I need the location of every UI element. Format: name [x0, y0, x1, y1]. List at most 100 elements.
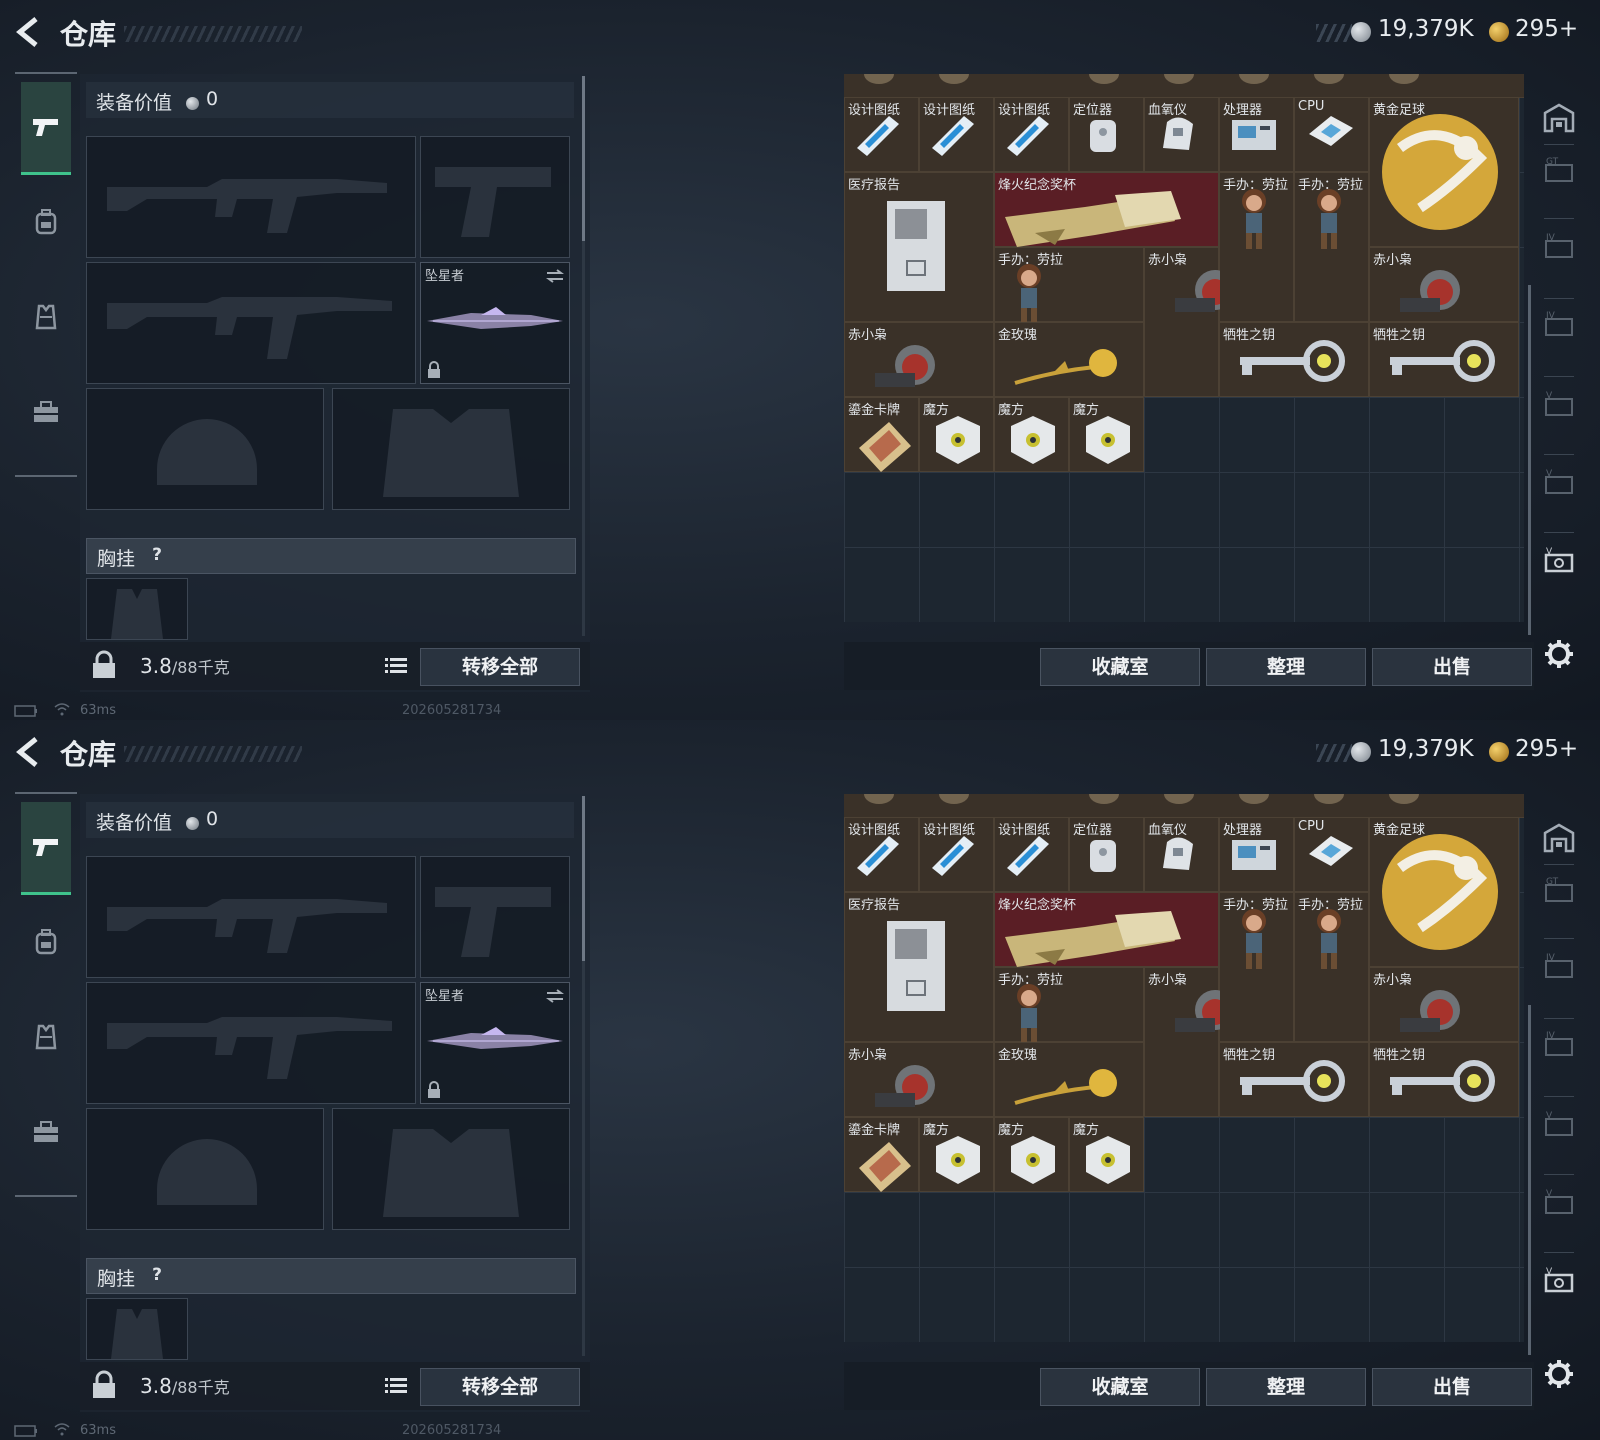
nav-vest[interactable] — [21, 992, 71, 1082]
sell-button[interactable]: 出售 — [1372, 1368, 1532, 1406]
storage-item[interactable]: 魔方 — [919, 397, 994, 472]
warehouse-tab-4[interactable]: IV — [1540, 304, 1578, 344]
swap-icon[interactable] — [545, 269, 565, 283]
back-arrow-icon[interactable] — [14, 736, 44, 768]
warehouse-tab-5[interactable]: V — [1540, 384, 1578, 424]
storage-item[interactable]: 烽火纪念奖杯 — [994, 172, 1219, 247]
melee-slot[interactable]: 坠星者 — [420, 262, 570, 384]
nav-toolbox[interactable] — [21, 367, 71, 457]
secondary-weapon-slot[interactable] — [86, 982, 416, 1104]
storage-item[interactable]: 魔方 — [994, 397, 1069, 472]
storage-item[interactable]: 手办：劳拉 — [994, 247, 1144, 323]
storage-item[interactable]: 手办：劳拉 — [1219, 172, 1294, 322]
warehouse-tab-7[interactable]: V — [1540, 1260, 1578, 1300]
secondary-weapon-slot[interactable] — [86, 262, 416, 384]
storage-item[interactable]: 血氧仪 — [1144, 97, 1219, 172]
warehouse-tab-main[interactable] — [1540, 818, 1578, 858]
warehouse-tab-6[interactable]: V — [1540, 462, 1578, 502]
storage-item[interactable]: 处理器 — [1219, 97, 1294, 172]
warehouse-tab-4[interactable]: IV — [1540, 1024, 1578, 1064]
storage-item[interactable]: 金玫瑰 — [994, 1042, 1144, 1117]
swap-icon[interactable] — [545, 989, 565, 1003]
transfer-all-button[interactable]: 转移全部 — [420, 1368, 580, 1406]
pistol-slot[interactable] — [420, 136, 570, 258]
list-view-button[interactable] — [380, 1370, 412, 1402]
warehouse-tab-2[interactable]: GT — [1540, 150, 1578, 190]
collection-room-button[interactable]: 收藏室 — [1040, 648, 1200, 686]
nav-weapons[interactable] — [21, 82, 71, 175]
storage-item[interactable]: 牺牲之钥 — [1369, 1042, 1519, 1117]
sort-button[interactable]: 整理 — [1206, 648, 1366, 686]
storage-item[interactable]: 定位器 — [1069, 817, 1144, 892]
nav-vest[interactable] — [21, 272, 71, 362]
sort-button[interactable]: 整理 — [1206, 1368, 1366, 1406]
lock-icon[interactable] — [90, 1370, 118, 1400]
storage-item[interactable]: 魔方 — [1069, 1117, 1144, 1192]
storage-item[interactable]: 牺牲之钥 — [1369, 322, 1519, 397]
storage-item[interactable]: 手办：劳拉 — [994, 967, 1144, 1043]
helmet-slot[interactable] — [86, 1108, 324, 1230]
storage-item[interactable]: 赤小枭 — [844, 1042, 994, 1117]
chest-rig-slot[interactable] — [86, 1298, 188, 1360]
storage-item[interactable]: 赤小枭 — [1144, 967, 1220, 1117]
list-view-button[interactable] — [380, 650, 412, 682]
storage-item[interactable]: 黄金足球 — [1369, 817, 1519, 967]
storage-item[interactable]: 烽火纪念奖杯 — [994, 892, 1219, 967]
storage-item[interactable]: 医疗报告 — [844, 892, 994, 1042]
armor-slot[interactable] — [332, 1108, 570, 1230]
storage-item[interactable]: 魔方 — [1069, 397, 1144, 472]
gold-amount[interactable]: 295+ — [1515, 736, 1578, 762]
nav-weapons[interactable] — [21, 802, 71, 895]
storage-item[interactable]: 赤小枭 — [1144, 247, 1220, 397]
storage-item[interactable]: 定位器 — [1069, 97, 1144, 172]
storage-item[interactable]: 设计图纸 — [919, 97, 994, 172]
nav-backpack[interactable] — [21, 177, 71, 267]
transfer-all-button[interactable]: 转移全部 — [420, 648, 580, 686]
help-icon[interactable]: ? — [145, 1263, 169, 1287]
storage-item[interactable]: 设计图纸 — [844, 817, 919, 892]
melee-slot[interactable]: 坠星者 — [420, 982, 570, 1104]
silver-amount[interactable]: 19,379K — [1378, 16, 1474, 42]
armor-slot[interactable] — [332, 388, 570, 510]
storage-item[interactable]: 鎏金卡牌 — [844, 397, 919, 472]
pistol-slot[interactable] — [420, 856, 570, 978]
storage-item[interactable]: 魔方 — [919, 1117, 994, 1192]
storage-item[interactable]: 牺牲之钥 — [1219, 322, 1369, 397]
storage-item[interactable]: CPU — [1294, 817, 1369, 892]
storage-item[interactable]: 处理器 — [1219, 817, 1294, 892]
helmet-slot[interactable] — [86, 388, 324, 510]
back-arrow-icon[interactable] — [14, 16, 44, 48]
storage-item[interactable]: CPU — [1294, 97, 1369, 172]
warehouse-tab-3[interactable]: IV — [1540, 226, 1578, 266]
storage-item[interactable]: 牺牲之钥 — [1219, 1042, 1369, 1117]
lock-icon[interactable] — [90, 650, 118, 680]
nav-backpack[interactable] — [21, 897, 71, 987]
warehouse-tab-6[interactable]: V — [1540, 1182, 1578, 1222]
storage-item[interactable]: 血氧仪 — [1144, 817, 1219, 892]
storage-item[interactable]: 金玫瑰 — [994, 322, 1144, 397]
primary-weapon-slot[interactable] — [86, 136, 416, 258]
storage-item[interactable]: 设计图纸 — [844, 97, 919, 172]
chest-rig-slot[interactable] — [86, 578, 188, 640]
warehouse-tab-7[interactable]: V — [1540, 540, 1578, 580]
equipment-scrollbar[interactable] — [582, 76, 585, 636]
storage-item[interactable]: 设计图纸 — [994, 817, 1069, 892]
storage-item[interactable]: 设计图纸 — [919, 817, 994, 892]
storage-item[interactable]: 黄金足球 — [1369, 97, 1519, 247]
collection-room-button[interactable]: 收藏室 — [1040, 1368, 1200, 1406]
storage-item[interactable]: 设计图纸 — [994, 97, 1069, 172]
storage-item[interactable]: 手办：劳拉 — [1294, 892, 1369, 1042]
primary-weapon-slot[interactable] — [86, 856, 416, 978]
storage-scrollbar[interactable] — [1528, 285, 1531, 635]
storage-item[interactable]: 魔方 — [994, 1117, 1069, 1192]
help-icon[interactable]: ? — [145, 543, 169, 567]
nav-toolbox[interactable] — [21, 1087, 71, 1177]
gear-icon[interactable] — [1540, 1354, 1578, 1394]
warehouse-tab-3[interactable]: IV — [1540, 946, 1578, 986]
equipment-scrollbar[interactable] — [582, 796, 585, 1356]
storage-item[interactable]: 鎏金卡牌 — [844, 1117, 919, 1192]
sell-button[interactable]: 出售 — [1372, 648, 1532, 686]
silver-amount[interactable]: 19,379K — [1378, 736, 1474, 762]
storage-item[interactable]: 手办：劳拉 — [1219, 892, 1294, 1042]
warehouse-tab-main[interactable] — [1540, 98, 1578, 138]
